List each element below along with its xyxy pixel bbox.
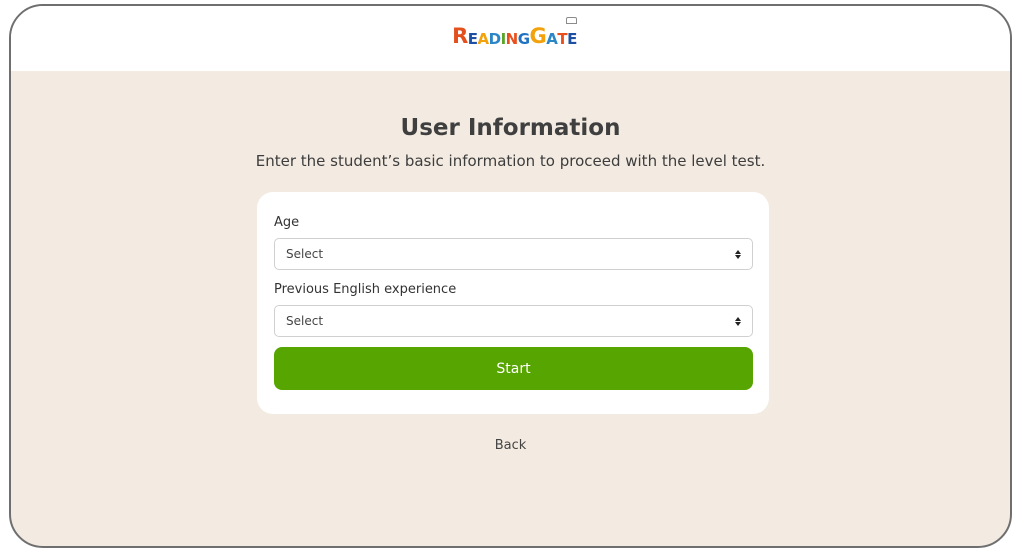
logo-letter-g: G <box>529 24 547 48</box>
logo-letter-r: R <box>452 24 468 48</box>
logo-letter: D <box>488 30 501 48</box>
logo-letter: G <box>517 30 530 48</box>
age-select-value: Select <box>286 247 324 261</box>
logo-letter: T <box>557 30 568 48</box>
reading-gate-logo: R E A D I N G G A T E <box>452 17 577 48</box>
user-info-form: Age Select Previous English experience S… <box>257 192 769 414</box>
experience-select-value: Select <box>286 314 324 328</box>
start-button[interactable]: Start <box>274 347 753 390</box>
sort-arrows-icon <box>735 316 741 326</box>
age-select[interactable]: Select <box>274 238 753 270</box>
back-link[interactable]: Back <box>11 438 1010 453</box>
experience-label: Previous English experience <box>274 282 457 297</box>
logo-letter: A <box>477 30 490 48</box>
experience-select[interactable]: Select <box>274 305 753 337</box>
sort-arrows-icon <box>735 249 741 259</box>
page-subtitle: Enter the student’s basic information to… <box>255 152 766 170</box>
logo-cap-icon <box>565 17 577 24</box>
app-window: R E A D I N G G A T E User Information E… <box>9 4 1012 548</box>
logo-letter: E <box>567 30 577 48</box>
header: R E A D I N G G A T E <box>11 6 1010 71</box>
page-title: User Information <box>400 115 621 141</box>
logo-letter: N <box>505 30 519 48</box>
logo-letter: A <box>546 30 558 48</box>
logo-letter: E <box>467 30 478 48</box>
age-label: Age <box>274 215 300 230</box>
